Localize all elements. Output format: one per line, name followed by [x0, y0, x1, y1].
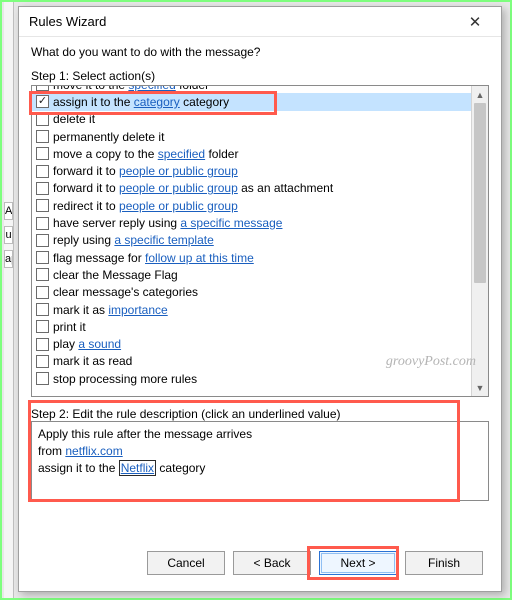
action-row[interactable]: flag message for follow up at this time	[32, 249, 471, 266]
action-checkbox[interactable]	[36, 217, 49, 230]
action-row[interactable]: move it to the specified folder	[32, 86, 471, 93]
backdrop-sidestrip: Aluap	[4, 2, 14, 598]
close-button[interactable]: ✕	[455, 9, 495, 35]
action-param-link[interactable]: importance	[108, 303, 167, 317]
action-row[interactable]: mark it as importance	[32, 301, 471, 318]
action-checkbox[interactable]	[36, 372, 49, 385]
action-label: have server reply using a specific messa…	[53, 216, 282, 230]
action-row[interactable]: redirect it to people or public group	[32, 197, 471, 214]
action-param-link[interactable]: people or public group	[119, 199, 238, 213]
action-row[interactable]: ✓ assign it to the category category	[32, 93, 471, 110]
dialog-title: Rules Wizard	[29, 14, 455, 29]
vertical-scrollbar[interactable]: ▲ ▼	[471, 86, 488, 396]
action-row[interactable]: delete it	[32, 111, 471, 128]
action-param-link[interactable]: a specific template	[114, 233, 213, 247]
action-row[interactable]: stop processing more rules	[32, 370, 471, 387]
rules-wizard-dialog: Rules Wizard ✕ What do you want to do wi…	[18, 6, 502, 592]
scroll-up-arrow-icon[interactable]: ▲	[472, 86, 488, 103]
desc-line-apply: Apply this rule after the message arrive…	[38, 426, 482, 443]
button-bar: Cancel < Back Next > Finish	[31, 539, 489, 585]
action-checkbox[interactable]	[36, 199, 49, 212]
action-checkbox[interactable]	[36, 355, 49, 368]
action-row[interactable]: mark it as read	[32, 353, 471, 370]
action-label: stop processing more rules	[53, 372, 197, 386]
action-label: move it to the specified folder	[53, 86, 209, 92]
dialog-body: What do you want to do with the message?…	[19, 37, 501, 591]
action-checkbox[interactable]	[36, 182, 49, 195]
action-param-link[interactable]: a sound	[78, 337, 121, 351]
action-checkbox[interactable]	[36, 268, 49, 281]
prompt-text: What do you want to do with the message?	[31, 45, 489, 59]
action-checkbox[interactable]	[36, 165, 49, 178]
action-checkbox[interactable]	[36, 286, 49, 299]
finish-button[interactable]: Finish	[405, 551, 483, 575]
action-label: assign it to the category category	[53, 95, 229, 109]
action-label: delete it	[53, 112, 95, 126]
action-checkbox[interactable]	[36, 251, 49, 264]
action-row[interactable]: have server reply using a specific messa…	[32, 214, 471, 231]
action-checkbox[interactable]	[36, 303, 49, 316]
action-label: clear message's categories	[53, 285, 198, 299]
action-checkbox[interactable]	[36, 320, 49, 333]
action-param-link[interactable]: people or public group	[119, 164, 238, 178]
action-label: mark it as importance	[53, 303, 168, 317]
action-checkbox[interactable]	[36, 113, 49, 126]
action-label: clear the Message Flag	[53, 268, 178, 282]
action-param-link[interactable]: a specific message	[180, 216, 282, 230]
step1-label: Step 1: Select action(s)	[31, 69, 489, 83]
scroll-thumb[interactable]	[474, 103, 486, 283]
action-checkbox[interactable]: ✓	[36, 95, 49, 108]
from-value-link[interactable]: netflix.com	[65, 444, 122, 458]
step2-label: Step 2: Edit the rule description (click…	[31, 407, 489, 421]
action-label: play a sound	[53, 337, 121, 351]
action-row[interactable]: print it	[32, 318, 471, 335]
actions-listbox: move it to the specified folder ✓ assign i…	[31, 85, 489, 397]
category-value-link[interactable]: Netflix	[119, 460, 156, 476]
action-checkbox[interactable]	[36, 147, 49, 160]
action-label: forward it to people or public group as …	[53, 181, 333, 195]
action-param-link[interactable]: people or public group	[119, 181, 238, 195]
action-checkbox[interactable]	[36, 130, 49, 143]
titlebar: Rules Wizard ✕	[19, 7, 501, 37]
cancel-button[interactable]: Cancel	[147, 551, 225, 575]
action-row[interactable]: forward it to people or public group	[32, 162, 471, 179]
action-label: mark it as read	[53, 354, 132, 368]
action-label: permanently delete it	[53, 130, 164, 144]
actions-scroll-area[interactable]: move it to the specified folder ✓ assign i…	[32, 86, 471, 396]
back-button[interactable]: < Back	[233, 551, 311, 575]
action-label: print it	[53, 320, 86, 334]
rule-description-box: Apply this rule after the message arrive…	[31, 421, 489, 501]
action-label: move a copy to the specified folder	[53, 147, 238, 161]
action-param-link[interactable]: specified	[128, 86, 175, 92]
action-row[interactable]: clear the Message Flag	[32, 266, 471, 283]
action-label: forward it to people or public group	[53, 164, 238, 178]
action-row[interactable]: clear message's categories	[32, 284, 471, 301]
action-checkbox[interactable]	[36, 338, 49, 351]
action-row[interactable]: play a sound	[32, 335, 471, 352]
desc-line-assign: assign it to the Netflix category	[38, 460, 482, 477]
action-checkbox[interactable]	[36, 234, 49, 247]
action-row[interactable]: forward it to people or public group as …	[32, 180, 471, 197]
action-row[interactable]: permanently delete it	[32, 128, 471, 145]
action-label: reply using a specific template	[53, 233, 214, 247]
scroll-track[interactable]	[472, 103, 488, 379]
action-param-link[interactable]: specified	[158, 147, 205, 161]
action-label: flag message for follow up at this time	[53, 251, 254, 265]
close-icon: ✕	[469, 13, 482, 31]
action-row[interactable]: reply using a specific template	[32, 232, 471, 249]
action-param-link[interactable]: category	[134, 95, 180, 109]
action-row[interactable]: move a copy to the specified folder	[32, 145, 471, 162]
scroll-down-arrow-icon[interactable]: ▼	[472, 379, 488, 396]
action-param-link[interactable]: follow up at this time	[145, 251, 254, 265]
action-label: redirect it to people or public group	[53, 199, 238, 213]
next-button[interactable]: Next >	[319, 551, 397, 575]
action-checkbox[interactable]	[36, 86, 49, 91]
desc-line-from: from netflix.com	[38, 443, 482, 460]
